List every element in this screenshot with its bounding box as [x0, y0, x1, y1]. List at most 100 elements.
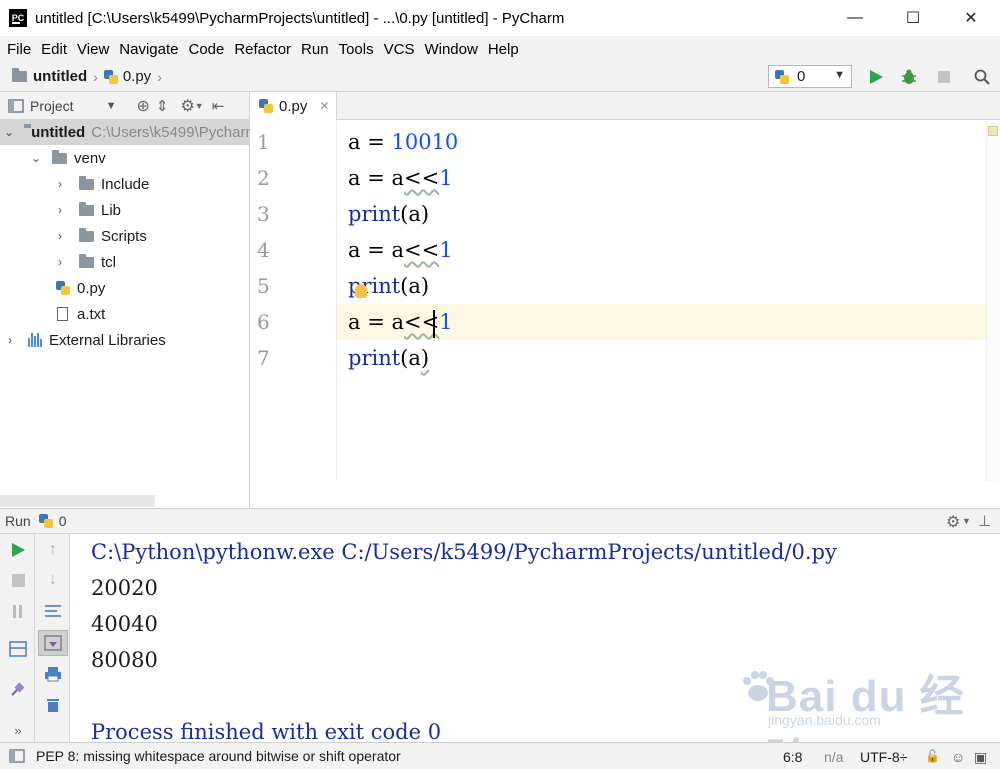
restore-layout-icon[interactable] [8, 639, 28, 659]
file-encoding[interactable]: UTF-8÷ [860, 749, 907, 765]
tree-item-venv[interactable]: ⌄ venv [0, 145, 250, 171]
tree-item-label: 0.py [77, 279, 106, 297]
code-token: a [348, 130, 361, 154]
gear-icon[interactable]: ⚙ [946, 512, 960, 532]
hide-panel-icon[interactable]: ⇤ [212, 97, 225, 115]
navigation-bar: untitled › 0.py › 0 ▼ [0, 62, 1000, 92]
menu-refactor[interactable]: Refactor [229, 41, 296, 58]
project-panel-header: Project ▼ ⊕ ⇕ ⚙ ▼ ⇤ [0, 92, 249, 120]
chevron-down-icon[interactable]: ▼ [195, 101, 204, 111]
folder-icon [79, 253, 94, 268]
status-message: PEP 8: missing whitespace around bitwise… [36, 748, 401, 764]
tree-item-scripts[interactable]: › Scripts [0, 223, 250, 249]
run-console[interactable]: C:\Python\pythonw.exe C:/Users/k5499/Pyc… [71, 534, 1000, 742]
stop-button[interactable] [934, 67, 954, 87]
menu-vcs[interactable]: VCS [379, 41, 420, 58]
run-toolbar-primary: » [0, 534, 35, 742]
rerun-button[interactable] [8, 540, 28, 560]
run-config-select[interactable]: 0 ▼ [768, 65, 852, 88]
tree-item-include[interactable]: › Include [0, 171, 250, 197]
code-token: a [391, 310, 405, 334]
chevron-right-icon[interactable]: › [54, 229, 66, 243]
close-button[interactable]: ✕ [942, 0, 1000, 36]
breadcrumb-file[interactable]: 0.py [123, 68, 151, 85]
menu-file[interactable]: File [2, 41, 36, 58]
debug-button[interactable] [899, 67, 919, 87]
code-line-3: print(a) [348, 202, 429, 226]
chevron-right-icon[interactable]: › [54, 177, 66, 191]
inspector-icon[interactable]: ☺ [951, 749, 965, 765]
menu-tools[interactable]: Tools [334, 41, 379, 58]
code-token: a [348, 310, 361, 334]
tree-item-external-libraries[interactable]: › External Libraries [0, 327, 250, 353]
close-tab-icon[interactable]: ✕ [319, 99, 329, 113]
error-stripe[interactable] [986, 121, 1000, 481]
run-panel-label[interactable]: Run [5, 513, 31, 529]
line-separator[interactable]: n/a [824, 749, 843, 765]
chevron-down-icon[interactable]: ▼ [962, 516, 971, 526]
run-button[interactable] [866, 67, 886, 87]
project-panel-title[interactable]: Project [30, 98, 74, 114]
caret-position[interactable]: 6:8 [783, 749, 802, 765]
tree-item-lib[interactable]: › Lib [0, 197, 250, 223]
code-line-1: a = 10010 [348, 130, 458, 154]
tree-item-label: Scripts [101, 227, 147, 245]
python-file-icon [103, 69, 118, 84]
chevron-down-icon[interactable]: ▼ [106, 100, 117, 112]
breadcrumb-project[interactable]: untitled [33, 68, 87, 85]
chevron-right-icon[interactable]: › [54, 203, 66, 217]
trash-icon[interactable] [43, 695, 63, 715]
pause-button[interactable] [8, 601, 28, 621]
locate-icon[interactable]: ⊕ [136, 96, 149, 116]
chevron-down-icon[interactable]: ⌄ [4, 125, 14, 139]
line-number: 7 [257, 346, 270, 370]
menu-run[interactable]: Run [296, 41, 334, 58]
chevron-right-icon[interactable]: › [4, 333, 16, 347]
code-token: a [391, 238, 405, 262]
search-icon[interactable] [972, 67, 992, 87]
code-number: 1 [439, 166, 453, 190]
notifications-icon[interactable]: ▣ [974, 749, 987, 766]
collapse-all-icon[interactable]: ⇕ [156, 97, 169, 115]
stop-button[interactable] [8, 570, 28, 590]
title-bar: PC untitled [C:\Users\k5499\PycharmProje… [0, 0, 1000, 36]
arrow-down-icon[interactable]: ↓ [43, 570, 63, 590]
tree-item-untitled[interactable]: ⌄ untitled C:\Users\k5499\PycharmProject… [0, 119, 250, 145]
status-bar: PEP 8: missing whitespace around bitwise… [0, 742, 1000, 769]
pin-icon[interactable] [8, 679, 28, 699]
code-token: (a) [400, 202, 430, 226]
tree-item-0-py[interactable]: 0.py [0, 275, 250, 301]
warning-marker-icon[interactable] [988, 126, 998, 136]
maximize-button[interactable]: ☐ [884, 0, 942, 36]
line-number: 3 [257, 202, 270, 226]
chevron-down-icon[interactable]: ⌄ [30, 151, 42, 165]
print-icon[interactable] [43, 664, 63, 684]
run-panel-config[interactable]: 0 [59, 513, 67, 529]
project-horizontal-scrollbar[interactable] [0, 495, 155, 507]
lightbulb-icon[interactable] [355, 284, 367, 298]
lock-icon[interactable]: 🔓 [925, 749, 940, 763]
menu-edit[interactable]: Edit [36, 41, 72, 58]
menu-help[interactable]: Help [483, 41, 524, 58]
arrow-up-icon[interactable]: ↑ [43, 540, 63, 560]
soft-wrap-icon[interactable] [43, 601, 63, 621]
menu-code[interactable]: Code [183, 41, 229, 58]
tab-0-py[interactable]: 0.py ✕ [251, 92, 337, 120]
minimize-button[interactable]: — [826, 0, 884, 36]
chevron-right-icon[interactable]: › [54, 255, 66, 269]
pycharm-logo-icon: PC [9, 9, 27, 27]
minimize-panel-icon[interactable]: ⊥ [978, 512, 991, 530]
tree-item-tcl[interactable]: › tcl [0, 249, 250, 275]
window-title: untitled [C:\Users\k5499\PycharmProjects… [35, 9, 565, 27]
code-number: 1 [439, 238, 453, 262]
code-token: (a) [400, 274, 430, 298]
tree-item-a-txt[interactable]: a.txt [0, 301, 250, 327]
gear-icon[interactable]: ⚙ [180, 96, 194, 116]
code-editor[interactable]: 1 2 3 4 5 6 7 a = 10010 a = a<<1 print(a… [251, 121, 1000, 481]
menu-view[interactable]: View [72, 41, 114, 58]
menu-navigate[interactable]: Navigate [114, 41, 183, 58]
more-icon[interactable]: » [8, 720, 28, 740]
scroll-to-end-icon[interactable] [38, 630, 68, 656]
tool-window-toggle-icon[interactable] [9, 749, 25, 763]
menu-window[interactable]: Window [419, 41, 482, 58]
